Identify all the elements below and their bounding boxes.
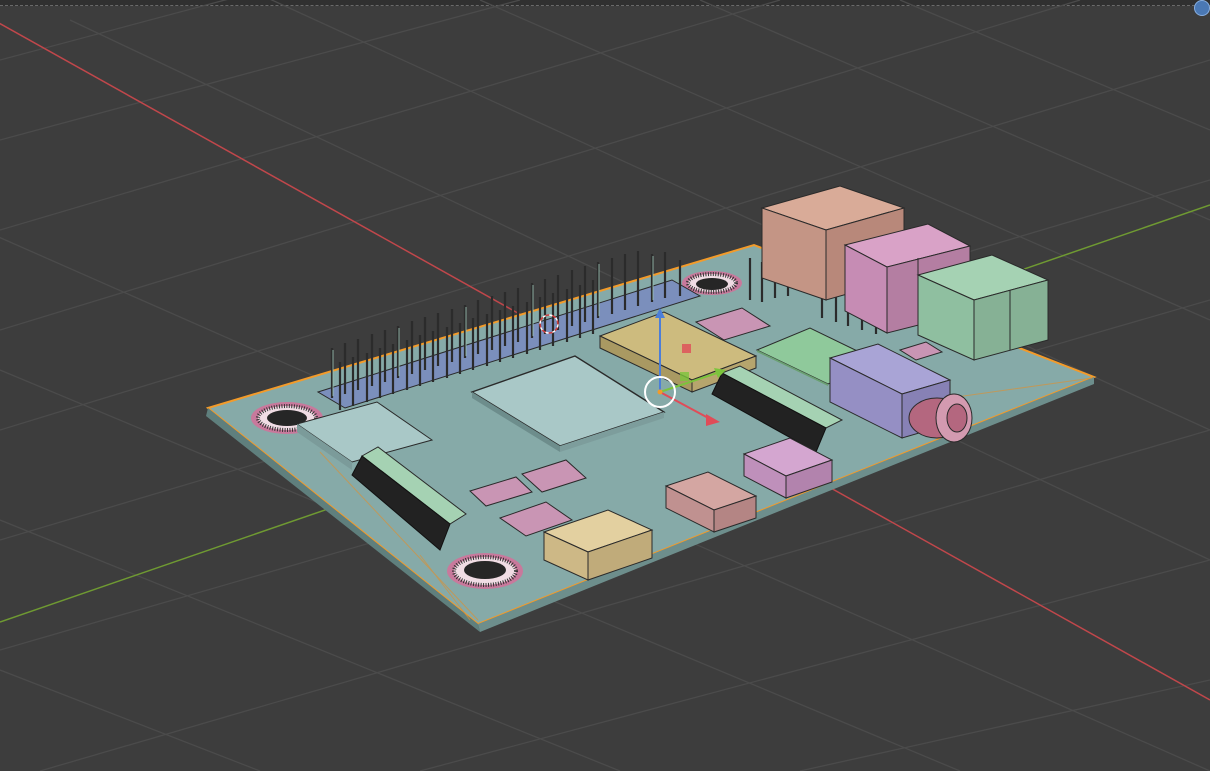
scene-canvas[interactable] bbox=[0, 0, 1210, 771]
usb-port-green[interactable] bbox=[916, 254, 1050, 361]
3d-viewport[interactable] bbox=[0, 0, 1210, 771]
mounting-hole-bottom bbox=[447, 553, 523, 589]
